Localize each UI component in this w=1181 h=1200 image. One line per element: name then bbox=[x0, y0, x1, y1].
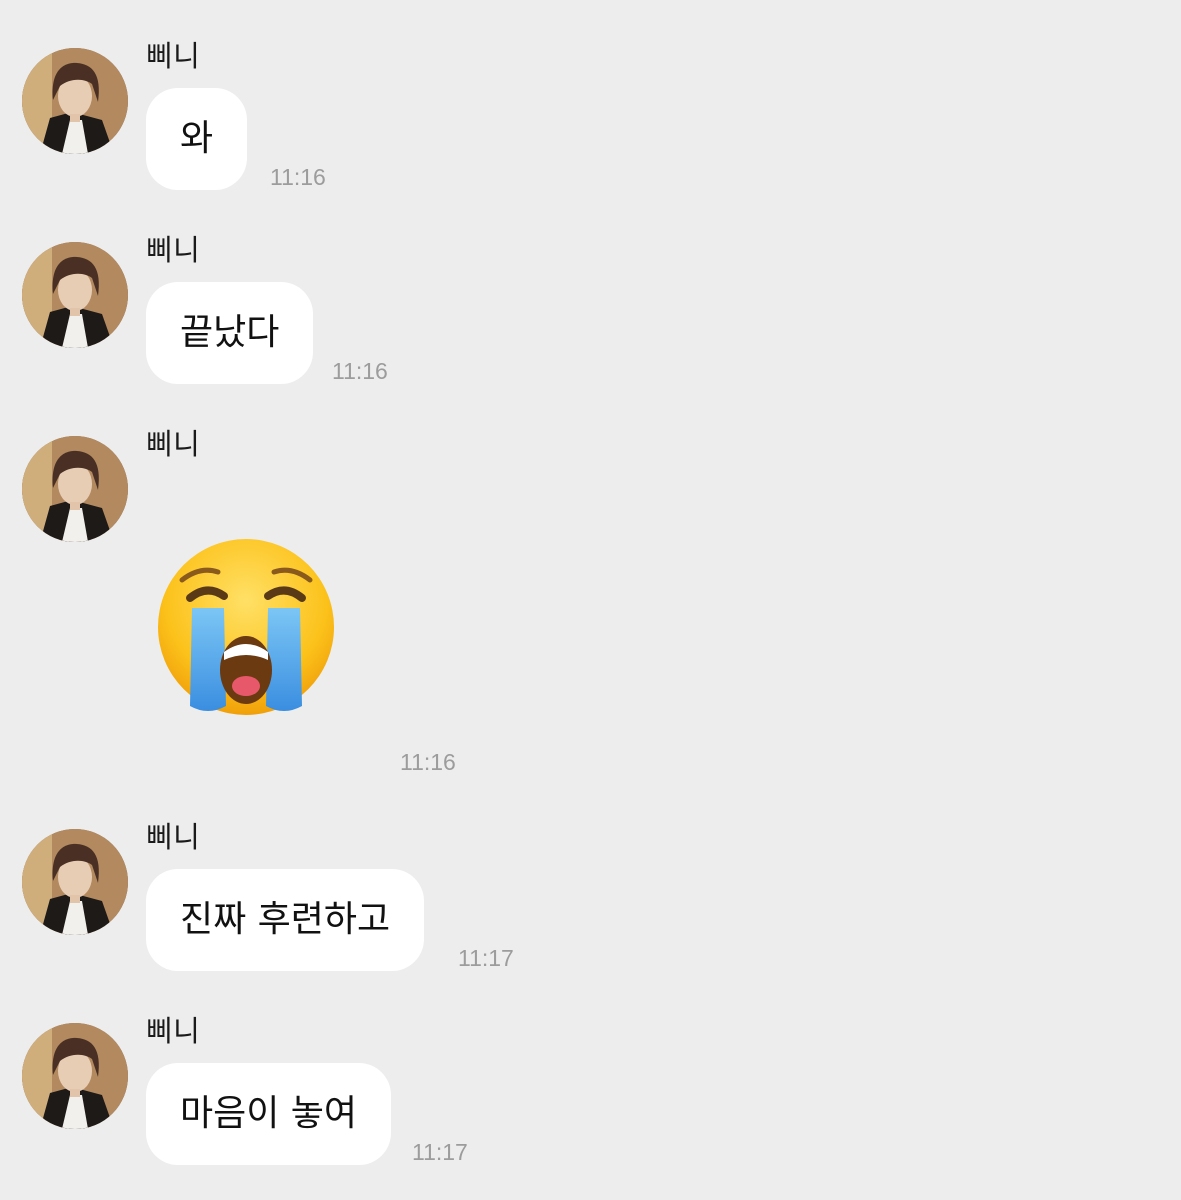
message-bubble[interactable]: 끝났다 bbox=[146, 282, 314, 384]
avatar[interactable] bbox=[22, 436, 128, 542]
avatar[interactable] bbox=[22, 48, 128, 154]
sender-name: 삐니 bbox=[146, 820, 201, 854]
sender-name: 삐니 bbox=[146, 1014, 201, 1048]
message-bubble[interactable]: 진짜 후련하고 bbox=[146, 869, 425, 971]
message-timestamp: 11:16 bbox=[270, 164, 326, 190]
avatar[interactable] bbox=[22, 242, 128, 348]
message-timestamp: 11:17 bbox=[412, 1139, 468, 1165]
avatar[interactable] bbox=[22, 1023, 128, 1129]
message-timestamp: 11:17 bbox=[458, 945, 514, 971]
sender-name: 삐니 bbox=[146, 233, 201, 267]
sender-name: 삐니 bbox=[146, 39, 201, 73]
message-timestamp: 11:16 bbox=[332, 358, 388, 384]
sender-name: 삐니 bbox=[146, 427, 201, 461]
avatar[interactable] bbox=[22, 829, 128, 935]
message-bubble[interactable]: 마음이 놓여 bbox=[146, 1063, 392, 1165]
loudly-crying-face-icon[interactable] bbox=[152, 536, 346, 720]
message-timestamp: 11:16 bbox=[400, 749, 456, 775]
message-bubble[interactable]: 와 bbox=[146, 88, 248, 190]
